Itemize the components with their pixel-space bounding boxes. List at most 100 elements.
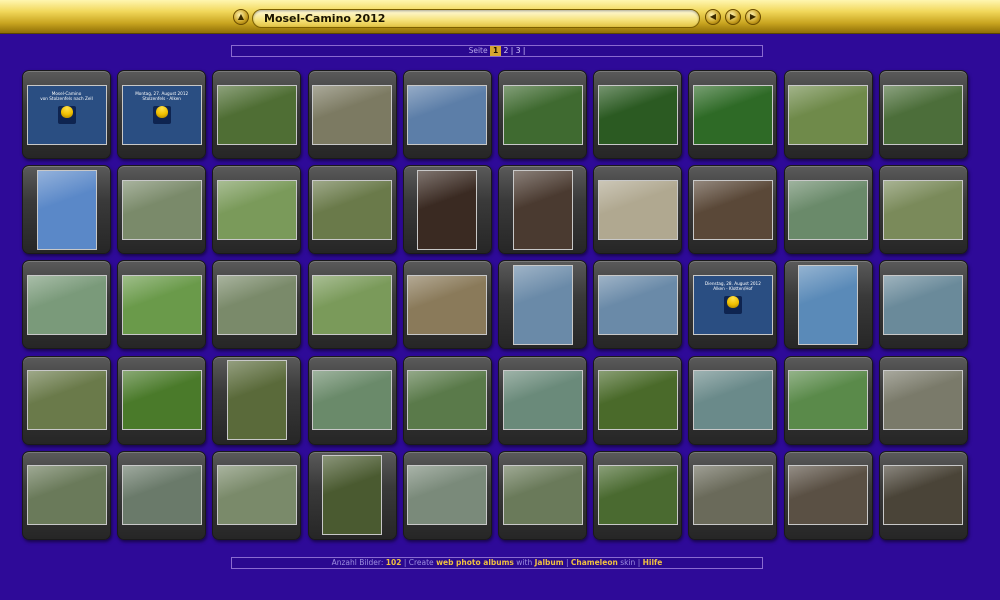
thumbnail-tile[interactable] <box>212 450 302 540</box>
play-icon[interactable]: ▶ <box>725 9 741 25</box>
thumbnail-image <box>312 274 393 335</box>
thumbnail-tile[interactable] <box>22 165 111 255</box>
chameleon-link[interactable]: Chameleon <box>571 558 618 567</box>
thumbnail-image <box>216 274 297 335</box>
card-subtitle: von Stolzenfels nach Zell <box>40 95 93 101</box>
home-icon[interactable]: ▲ <box>233 9 249 25</box>
thumbnail-tile[interactable] <box>783 70 873 159</box>
thumbnail-tile[interactable] <box>402 450 492 540</box>
thumbnail-image <box>502 370 583 431</box>
thumbnail-image <box>36 169 97 250</box>
thumbnail-tile[interactable] <box>498 165 587 255</box>
thumbnail-tile[interactable] <box>878 260 968 350</box>
thumbnail-tile[interactable] <box>593 165 683 255</box>
thumbnail-tile[interactable] <box>688 355 778 445</box>
pager-page-2[interactable]: 2 <box>504 46 509 55</box>
thumbnail-tile[interactable] <box>402 70 492 159</box>
pager: Seite 1 2 | 3 | <box>231 45 763 57</box>
thumbnail-image <box>597 274 678 335</box>
thumbnail-tile[interactable] <box>498 355 587 445</box>
thumbnail-tile[interactable]: Montag, 27. August 2012 Stolzenfels - Alk… <box>117 70 207 159</box>
header-bar: ▲ Mosel-Camino 2012 ◀ ▶ ▶ <box>0 0 1000 34</box>
thumbnail-grid: Mosel-Camino von Stolzenfels nach Zell Mon… <box>22 70 974 546</box>
scallop-shell-icon <box>723 295 742 314</box>
thumbnail-image <box>597 370 678 431</box>
thumbnail-tile[interactable] <box>783 450 873 540</box>
help-link[interactable]: Hilfe <box>643 558 663 567</box>
thumbnail-tile[interactable] <box>307 355 397 445</box>
thumbnail-image <box>692 84 773 145</box>
thumbnail-tile[interactable] <box>117 355 207 445</box>
card-subtitle: Stolzenfels - Alken <box>142 95 181 101</box>
thumbnail-tile[interactable] <box>498 70 587 159</box>
next-icon[interactable]: ▶ <box>745 9 761 25</box>
thumbnail-image <box>216 179 297 240</box>
thumbnail-tile[interactable] <box>593 260 683 350</box>
album-title: Mosel-Camino 2012 <box>252 9 700 28</box>
thumbnail-image <box>312 370 393 431</box>
thumbnail-tile[interactable] <box>307 260 397 350</box>
thumbnail-tile[interactable] <box>307 70 397 159</box>
pager-page-1[interactable]: 1 <box>490 46 502 56</box>
thumbnail-tile[interactable] <box>22 355 111 445</box>
pager-page-3[interactable]: 3 <box>516 46 521 55</box>
thumbnail-tile[interactable] <box>117 450 207 540</box>
thumbnail-tile[interactable] <box>22 260 111 350</box>
skin-text: skin <box>620 558 636 567</box>
thumbnail-image <box>26 465 107 526</box>
thumbnail-tile[interactable] <box>212 260 302 350</box>
thumbnail-tile[interactable] <box>402 355 492 445</box>
thumbnail-tile[interactable] <box>307 450 397 540</box>
thumbnail-image <box>883 274 964 335</box>
thumbnail-tile[interactable] <box>307 165 397 255</box>
thumbnail-image <box>692 370 773 431</box>
thumbnail-tile[interactable] <box>878 450 968 540</box>
thumbnail-tile[interactable] <box>212 165 302 255</box>
pager-label: Seite <box>468 46 488 55</box>
thumbnail-tile[interactable] <box>878 355 968 445</box>
thumbnail-tile[interactable] <box>783 260 873 350</box>
thumbnail-image <box>121 370 202 431</box>
jalbum-link[interactable]: Jalbum <box>535 558 564 567</box>
prev-icon[interactable]: ◀ <box>705 9 721 25</box>
thumbnail-image <box>692 179 773 240</box>
thumbnail-image <box>597 84 678 145</box>
thumbnail-tile[interactable] <box>688 165 778 255</box>
thumbnail-image <box>322 455 383 536</box>
thumbnail-image: Dienstag, 28. August 2012 Alken - Klotten… <box>692 274 773 335</box>
thumbnail-image <box>407 274 488 335</box>
thumbnail-tile[interactable]: Mosel-Camino von Stolzenfels nach Zell <box>22 70 111 159</box>
thumbnail-image <box>512 264 573 345</box>
thumbnail-tile[interactable] <box>593 70 683 159</box>
thumbnail-image <box>312 179 393 240</box>
thumbnail-tile[interactable] <box>117 260 207 350</box>
thumbnail-image <box>26 370 107 431</box>
thumbnail-tile[interactable] <box>593 355 683 445</box>
thumbnail-tile[interactable] <box>498 260 587 350</box>
thumbnail-image <box>883 84 964 145</box>
thumbnail-tile[interactable] <box>783 165 873 255</box>
thumbnail-tile[interactable] <box>212 70 302 159</box>
thumbnail-tile[interactable] <box>402 165 492 255</box>
thumbnail-tile[interactable] <box>688 450 778 540</box>
thumbnail-image <box>121 274 202 335</box>
thumbnail-tile[interactable] <box>117 165 207 255</box>
thumbnail-tile[interactable] <box>593 450 683 540</box>
web-photo-albums-link[interactable]: web photo albums <box>436 558 514 567</box>
thumbnail-tile[interactable] <box>402 260 492 350</box>
thumbnail-tile[interactable] <box>22 450 111 540</box>
thumbnail-image <box>883 179 964 240</box>
thumbnail-tile[interactable] <box>878 70 968 159</box>
card-subtitle: Alken - Klotten/Hof <box>713 285 753 291</box>
thumbnail-tile[interactable] <box>878 165 968 255</box>
thumbnail-image <box>121 179 202 240</box>
thumbnail-tile[interactable] <box>498 450 587 540</box>
thumbnail-tile[interactable] <box>688 70 778 159</box>
thumbnail-image <box>417 169 478 250</box>
thumbnail-image <box>788 84 869 145</box>
thumbnail-tile[interactable] <box>783 355 873 445</box>
thumbnail-tile[interactable]: Dienstag, 28. August 2012 Alken - Klotten… <box>688 260 778 350</box>
thumbnail-image: Mosel-Camino von Stolzenfels nach Zell <box>26 84 107 145</box>
thumbnail-image <box>502 84 583 145</box>
thumbnail-tile[interactable] <box>212 355 302 445</box>
